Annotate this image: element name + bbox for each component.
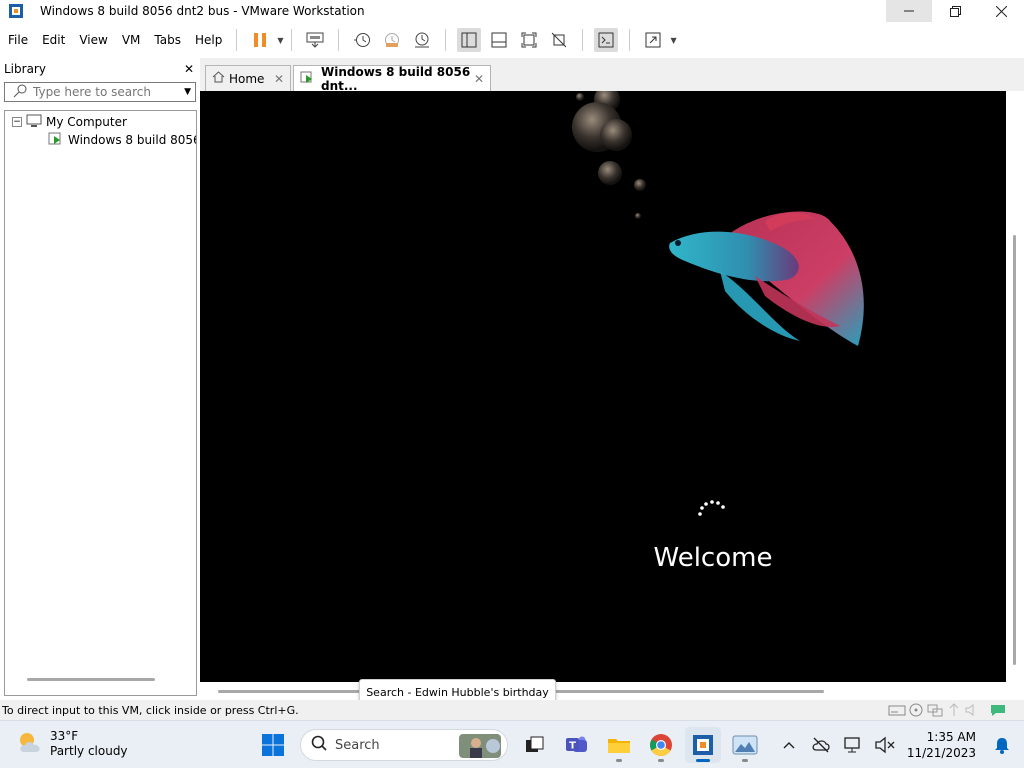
hard-disk-icon[interactable]: [888, 703, 906, 720]
menu-view[interactable]: View: [73, 33, 113, 47]
menu-bar: File Edit View VM Tabs Help ▼ ▼: [0, 22, 1024, 58]
weather-description: Partly cloudy: [50, 744, 128, 758]
onedrive-offline-icon[interactable]: [807, 731, 835, 759]
home-icon: [212, 71, 225, 86]
menu-edit[interactable]: Edit: [36, 33, 71, 47]
windows-logo-icon: [262, 734, 284, 756]
chrome-icon[interactable]: [643, 727, 679, 763]
taskbar-search-label: Search: [335, 737, 380, 753]
betta-fish-illustration: [669, 211, 864, 346]
library-search-input[interactable]: [33, 85, 185, 99]
running-indicator: [616, 759, 622, 762]
search-dropdown-icon[interactable]: ▼: [184, 87, 191, 97]
notification-bell-icon[interactable]: [988, 731, 1016, 759]
full-screen-icon[interactable]: [517, 28, 541, 52]
menu-tabs[interactable]: Tabs: [148, 33, 187, 47]
clock[interactable]: 1:35 AM 11/21/2023: [907, 729, 976, 761]
status-message: To direct input to this VM, click inside…: [2, 703, 299, 717]
close-button[interactable]: [978, 0, 1024, 22]
show-hidden-icons-icon[interactable]: [775, 731, 803, 759]
photos-icon[interactable]: [727, 727, 763, 763]
running-indicator: [742, 759, 748, 762]
snapshot-manager-icon[interactable]: [410, 28, 434, 52]
partly-cloudy-icon: [16, 730, 44, 759]
stretch-dropdown-icon[interactable]: ▼: [670, 36, 676, 45]
search-icon: [13, 84, 27, 101]
vmware-taskbar-icon[interactable]: [685, 727, 721, 763]
message-log-icon[interactable]: [990, 703, 1006, 720]
status-bar: To direct input to this VM, click inside…: [0, 700, 1024, 720]
unity-icon[interactable]: [547, 28, 571, 52]
start-button[interactable]: [255, 727, 291, 763]
file-explorer-icon[interactable]: [601, 727, 637, 763]
library-scrollbar[interactable]: [27, 678, 155, 681]
usb-device-icon[interactable]: [946, 703, 962, 720]
vm-welcome-screen: [572, 91, 864, 516]
tree-item-my-computer[interactable]: − My Computer: [5, 113, 196, 131]
weather-widget[interactable]: 33°F Partly cloudy: [16, 729, 128, 759]
computer-icon: [26, 114, 42, 131]
library-search[interactable]: ▼: [4, 82, 196, 102]
running-indicator: [658, 759, 664, 762]
tab-home[interactable]: Home ✕: [205, 65, 291, 91]
search-highlight-image: [459, 734, 501, 762]
clock-time: 1:35 AM: [926, 730, 976, 744]
tab-vm-close-icon[interactable]: ✕: [474, 72, 484, 86]
pause-dropdown-icon[interactable]: ▼: [277, 36, 283, 45]
active-indicator: [696, 759, 710, 762]
vm-display[interactable]: Welcome: [200, 91, 1006, 682]
welcome-text: Welcome: [653, 543, 773, 573]
tab-strip: Home ✕ Windows 8 build 8056 dnt... ✕: [200, 58, 1024, 93]
title-bar: Windows 8 build 8056 dnt2 bus - VMware W…: [0, 0, 1024, 22]
tab-home-label: Home: [229, 71, 265, 86]
network-adapter-icon[interactable]: [926, 703, 944, 720]
vm-running-icon: [48, 132, 64, 149]
minimize-button[interactable]: [886, 0, 932, 22]
vm-vertical-scrollbar[interactable]: [1013, 235, 1016, 665]
vmware-logo-icon: [8, 3, 24, 19]
system-tray: 1:35 AM 11/21/2023: [773, 721, 1024, 769]
menu-help[interactable]: Help: [189, 33, 228, 47]
display-icon[interactable]: [839, 731, 867, 759]
weather-temperature: 33°F: [50, 729, 79, 743]
tab-home-close-icon[interactable]: ✕: [274, 72, 284, 86]
tree-label-vm: Windows 8 build 8056 d: [68, 133, 196, 147]
collapse-icon[interactable]: −: [12, 117, 22, 127]
restore-button[interactable]: [932, 0, 978, 22]
taskbar-search-icon: [311, 735, 327, 755]
library-title: Library: [4, 62, 46, 76]
teams-icon[interactable]: T: [559, 727, 595, 763]
menu-vm[interactable]: VM: [116, 33, 147, 47]
svg-text:T: T: [569, 741, 576, 752]
console-view-icon[interactable]: [594, 28, 619, 52]
window-title: Windows 8 build 8056 dnt2 bus - VMware W…: [40, 4, 365, 18]
send-ctrl-alt-del-icon[interactable]: [303, 28, 327, 52]
stretch-guest-icon[interactable]: [641, 28, 665, 52]
vm-tab-icon: [300, 71, 315, 87]
pause-button[interactable]: [248, 28, 272, 52]
volume-muted-icon[interactable]: [871, 731, 899, 759]
clock-date: 11/21/2023: [906, 746, 976, 760]
vm-horizontal-scroll-area: [200, 682, 1024, 700]
menu-file[interactable]: File: [2, 33, 34, 47]
cd-dvd-icon[interactable]: [908, 703, 924, 720]
library-pane: Library ✕ ▼ − My Computer Windows 8 buil…: [0, 58, 200, 700]
show-library-icon[interactable]: [457, 28, 482, 52]
snapshot-icon[interactable]: [350, 28, 374, 52]
tree-item-vm[interactable]: Windows 8 build 8056 d: [5, 131, 196, 149]
tab-vm-label: Windows 8 build 8056 dnt...: [321, 64, 471, 93]
thumbnail-bar-icon[interactable]: [487, 28, 511, 52]
bubbles-decoration: [572, 91, 646, 219]
tab-vm[interactable]: Windows 8 build 8056 dnt... ✕: [293, 64, 491, 93]
library-close-icon[interactable]: ✕: [184, 62, 194, 76]
sound-card-icon[interactable]: [964, 703, 980, 720]
task-view-icon[interactable]: [517, 727, 553, 763]
library-tree: − My Computer Windows 8 build 8056 d: [4, 110, 197, 696]
revert-snapshot-icon[interactable]: [380, 28, 404, 52]
loading-spinner-icon: [698, 500, 725, 516]
tree-label-my-computer: My Computer: [46, 115, 127, 129]
taskbar-search-box[interactable]: Search: [300, 729, 508, 761]
windows-taskbar: 33°F Partly cloudy Search T 1:35 AM 11/2…: [0, 720, 1024, 768]
